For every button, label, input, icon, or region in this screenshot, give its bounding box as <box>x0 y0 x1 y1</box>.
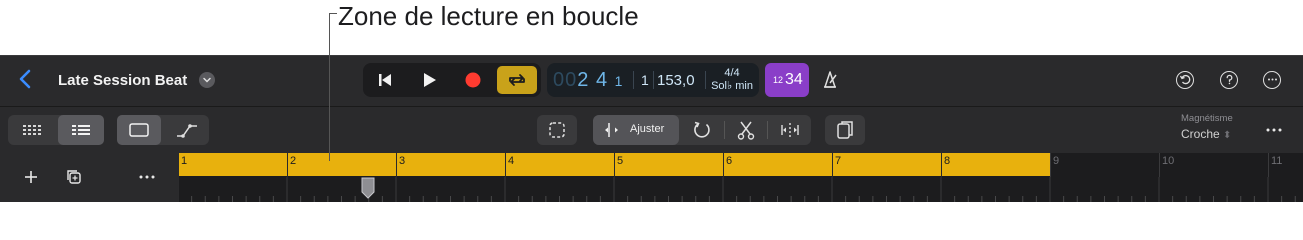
snap-chevron-icon: ⬍ <box>1223 130 1232 141</box>
help-icon[interactable] <box>1220 71 1238 89</box>
list-view-icon[interactable] <box>58 115 104 145</box>
ruler-bar-line <box>941 153 942 177</box>
ruler-bar-line <box>287 153 288 177</box>
ruler-bar-number: 5 <box>617 155 624 167</box>
tool-separator <box>724 121 725 139</box>
ruler-bar-number: 6 <box>726 155 733 167</box>
lcd-time-signature: 4/4 <box>724 67 740 79</box>
more-icon[interactable] <box>1263 71 1281 89</box>
lcd-tempo: 153,0 <box>657 72 695 89</box>
ruler-bar-number: 7 <box>835 155 842 167</box>
track-more-icon[interactable] <box>135 165 159 189</box>
lcd-tick: 1 <box>641 72 649 88</box>
grid-view-icon[interactable] <box>8 115 54 145</box>
lcd-separator <box>633 71 634 89</box>
edit-mode-segment <box>117 115 209 145</box>
lcd-separator <box>705 71 706 89</box>
lcd-division: 1 <box>614 73 624 89</box>
ruler-bar-number: 3 <box>399 155 406 167</box>
ruler-bar-number: 2 <box>290 155 297 167</box>
app-window: Late Session Beat 002 4 1 1 153,0 4/4 So… <box>0 55 1303 202</box>
rectangle-icon[interactable] <box>117 115 161 145</box>
go-to-start-icon[interactable] <box>365 63 405 97</box>
adjust-tool-label: Ajuster <box>630 123 665 135</box>
count-in-small: 12 <box>773 75 784 85</box>
playhead-handle[interactable] <box>361 177 375 199</box>
lcd-bar: 2 <box>577 69 590 91</box>
clipboard-icon[interactable] <box>825 115 865 145</box>
count-in-big: 34 <box>785 71 803 88</box>
title-menu-chevron-icon[interactable] <box>199 72 215 88</box>
ruler-inactive <box>1050 153 1303 176</box>
ruler-bar-number: 4 <box>508 155 515 167</box>
track-header-tools <box>0 153 178 202</box>
ruler-ticks <box>178 177 1296 202</box>
annotation-leader-tick <box>329 13 337 14</box>
tool-segment: Ajuster <box>593 115 811 145</box>
ruler-bar-line <box>723 153 724 177</box>
automation-curve-icon[interactable] <box>165 115 209 145</box>
scissors-icon[interactable] <box>727 115 765 145</box>
loop-icon[interactable] <box>497 66 537 94</box>
transport-controls <box>363 63 541 97</box>
ruler-area: 1 2 3 4 5 6 7 8 9 10 11 <box>0 153 1303 202</box>
lcd-separator <box>653 71 654 89</box>
project-title[interactable]: Late Session Beat <box>58 72 187 89</box>
lcd-display[interactable]: 002 4 1 1 153,0 4/4 Sol♭ min <box>547 63 759 97</box>
annotation-leader-line <box>329 13 330 161</box>
ruler-bar-line <box>1159 153 1160 177</box>
trim-icon <box>605 123 618 137</box>
undo-history-icon[interactable] <box>1176 71 1194 89</box>
ruler-bar-line <box>396 153 397 177</box>
snap-label: Magnétisme <box>1181 113 1233 124</box>
ruler-bar-number: 10 <box>1162 155 1175 167</box>
snap-value-text: Croche <box>1181 127 1220 141</box>
control-bar: Late Session Beat 002 4 1 1 153,0 4/4 So… <box>0 55 1303 106</box>
ruler-bar-line <box>614 153 615 177</box>
marquee-select-icon[interactable] <box>537 115 577 145</box>
play-icon[interactable] <box>409 63 449 97</box>
view-mode-segment <box>8 115 104 145</box>
lcd-position: 002 4 1 <box>553 69 624 91</box>
ruler-bar-line <box>1268 153 1269 177</box>
repeat-icon[interactable] <box>683 115 721 145</box>
ruler-bar-line <box>505 153 506 177</box>
snap-value[interactable]: Croche ⬍ <box>1181 127 1231 141</box>
join-icon[interactable] <box>771 115 809 145</box>
lcd-key: Sol♭ min <box>711 80 753 92</box>
more-options-icon[interactable] <box>1259 115 1289 145</box>
back-chevron-icon[interactable] <box>18 68 38 92</box>
add-icon[interactable] <box>19 165 43 189</box>
count-in-button[interactable]: 12 34 <box>765 63 809 97</box>
record-icon[interactable] <box>453 63 493 97</box>
loop-zone-annotation: Zone de lecture en boucle <box>338 1 639 31</box>
lcd-signature: 4/4 Sol♭ min <box>707 67 757 93</box>
ruler-bar-number: 1 <box>181 155 188 167</box>
ruler-bar-number: 8 <box>944 155 951 167</box>
adjust-tool-button[interactable]: Ajuster <box>593 115 679 145</box>
metronome-icon[interactable] <box>815 63 845 97</box>
ruler-bar-line <box>1050 153 1051 177</box>
ruler-bar-number: 11 <box>1271 155 1283 167</box>
ruler-bar-number: 9 <box>1053 155 1060 167</box>
duplicate-icon[interactable] <box>62 165 86 189</box>
ruler-bar-line <box>832 153 833 177</box>
tool-separator <box>767 121 768 139</box>
ruler-bar-line <box>178 153 179 177</box>
tracks-toolbar: Ajuster Magnétisme Croche ⬍ <box>0 106 1303 154</box>
lcd-beat: 4 <box>595 69 609 91</box>
